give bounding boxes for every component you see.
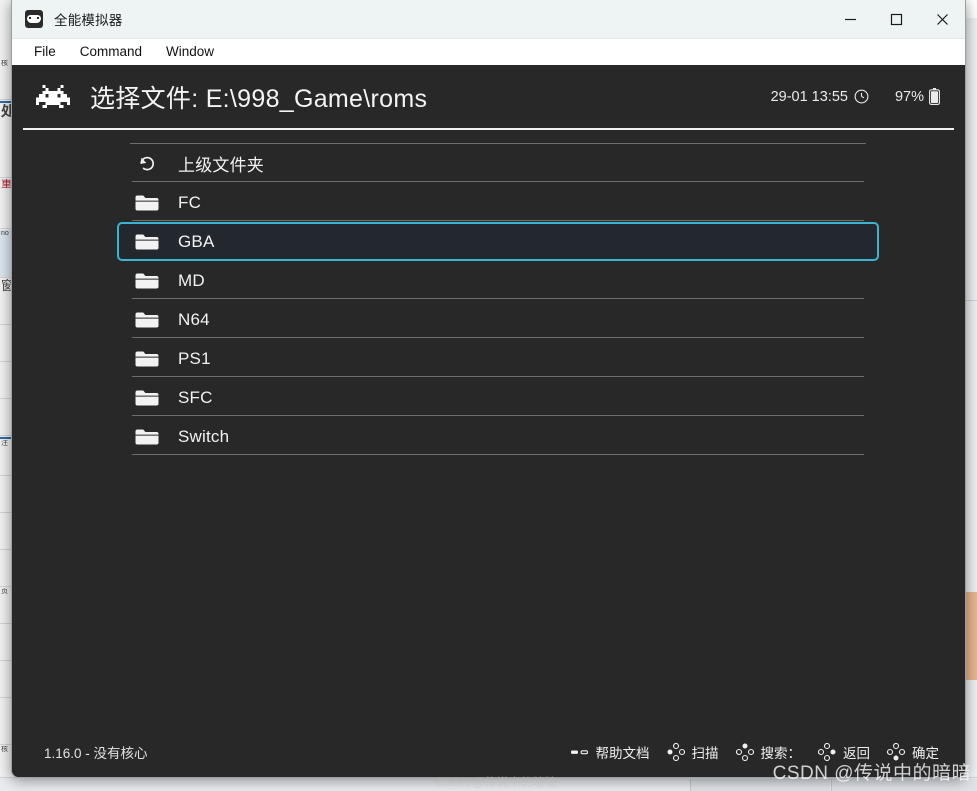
folder-icon: [132, 233, 162, 251]
select-start-buttons-icon: [570, 745, 589, 759]
battery-text: 97%: [894, 88, 924, 105]
list-item-switch[interactable]: Switch: [117, 417, 879, 456]
list-item-n64[interactable]: N64: [117, 300, 879, 339]
clock-icon: [854, 89, 869, 104]
list-item-label: PS1: [178, 348, 211, 368]
background-taskbar[interactable]: [0, 777, 977, 791]
hint-search[interactable]: 搜索：: [735, 742, 802, 762]
hint-back[interactable]: 返回: [818, 742, 870, 762]
menu-item-file[interactable]: File: [22, 42, 68, 62]
application-window: 全能模拟器 File Command Window 选择文件: E:\998_G…: [11, 0, 966, 778]
gamepad-face-buttons-icon: [887, 743, 905, 761]
menu-item-window[interactable]: Window: [154, 42, 226, 62]
list-item-label: GBA: [178, 231, 215, 251]
window-controls: [827, 0, 965, 39]
list-item-md[interactable]: MD: [117, 261, 879, 300]
folder-icon: [132, 350, 162, 368]
list-item-label: MD: [178, 270, 205, 290]
status-indicators: 29-01 13:55 97%: [771, 88, 940, 105]
button-hints: 帮助文档 扫描 搜索： 返回 确定: [570, 742, 939, 762]
folder-icon: [132, 311, 162, 329]
folder-icon: [132, 272, 162, 290]
list-item-gba[interactable]: GBA: [117, 222, 879, 261]
status-bar: 1.16.0 - 没有核心 帮助文档 扫描 搜索： 返回 确定: [12, 726, 965, 777]
list-item-sfc[interactable]: SFC: [117, 378, 879, 417]
hint-scan[interactable]: 扫描: [667, 742, 719, 762]
taskbar-segment[interactable]: [690, 779, 830, 791]
file-list: 上级文件夹 FC GBA MD N64 PS1 SFC Switch: [117, 143, 879, 720]
menu-bar: File Command Window: [12, 39, 965, 65]
clock-text: 29-01 13:55: [770, 88, 848, 105]
hint-label: 扫描: [691, 746, 719, 761]
hint-help-document[interactable]: 帮助文档: [570, 742, 650, 762]
gamepad-face-buttons-icon: [735, 743, 754, 761]
window-title: 全能模拟器: [54, 13, 123, 28]
page-title: 选择文件: E:\998_Game\roms: [90, 84, 428, 113]
list-item-ps1[interactable]: PS1: [117, 339, 879, 378]
close-icon[interactable]: [919, 0, 965, 39]
space-invader-icon: [36, 85, 70, 108]
list-item-label: N64: [178, 309, 210, 329]
folder-icon: [132, 389, 162, 407]
hint-label: 返回: [843, 746, 870, 761]
folder-icon: [132, 194, 162, 212]
list-item-label: Switch: [178, 426, 230, 446]
emulator-header: 选择文件: E:\998_Game\roms 29-01 13:55 97%: [12, 65, 965, 128]
gamepad-face-buttons-icon: [818, 743, 836, 761]
list-item-label: SFC: [178, 387, 213, 407]
list-item-parent-folder[interactable]: 上级文件夹: [117, 144, 879, 183]
taskbar-segment[interactable]: [831, 779, 977, 791]
list-item-fc[interactable]: FC: [117, 183, 879, 222]
folder-icon: [132, 428, 162, 446]
hint-label: 确定: [912, 746, 939, 761]
gamepad-face-buttons-icon: [667, 743, 685, 761]
version-label: 1.16.0 - 没有核心: [44, 746, 148, 761]
header-divider: [23, 128, 954, 130]
battery-icon: [929, 88, 940, 105]
maximize-icon[interactable]: [873, 0, 919, 39]
title-bar[interactable]: 全能模拟器: [12, 0, 965, 39]
menu-item-command[interactable]: Command: [68, 42, 154, 62]
list-item-label: 上级文件夹: [178, 156, 264, 175]
list-item-label: FC: [178, 192, 202, 212]
emulator-body: 选择文件: E:\998_Game\roms 29-01 13:55 97% 上…: [12, 65, 965, 777]
hint-label: 搜索：: [760, 746, 802, 761]
minimize-icon[interactable]: [827, 0, 873, 39]
back-arrow-icon: [132, 154, 162, 174]
gamepad-icon: [25, 10, 43, 28]
hint-confirm[interactable]: 确定: [887, 742, 939, 762]
hint-label: 帮助文档: [595, 746, 650, 761]
